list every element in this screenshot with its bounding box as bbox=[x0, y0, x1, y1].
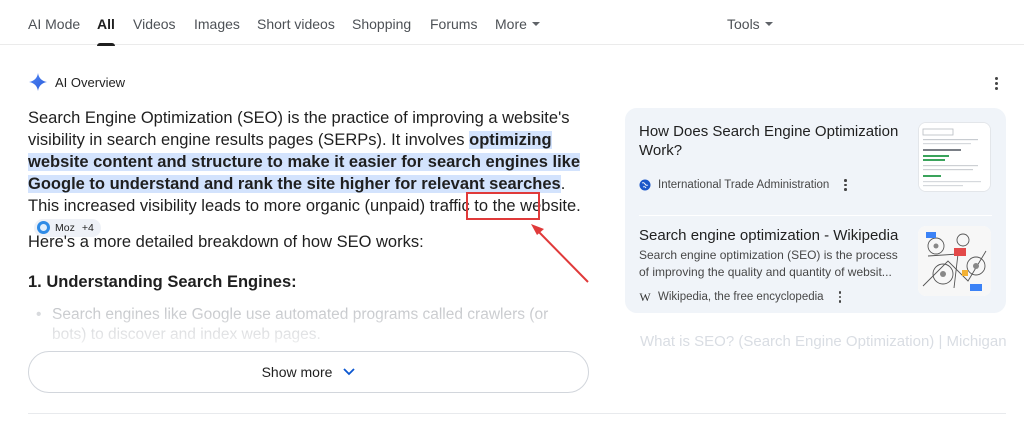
ai-overview-summary: Search Engine Optimization (SEO) is the … bbox=[28, 107, 598, 239]
tab-more-label: More bbox=[495, 16, 527, 32]
source-title[interactable]: How Does Search Engine Optimization Work… bbox=[639, 122, 904, 160]
source-snippet: Search engine optimization (SEO) is the … bbox=[639, 248, 898, 279]
tab-ai-mode[interactable]: AI Mode bbox=[28, 16, 80, 32]
tab-forums[interactable]: Forums bbox=[430, 16, 477, 32]
chevron-down-icon bbox=[764, 22, 773, 27]
tab-images[interactable]: Images bbox=[194, 16, 240, 32]
show-more-button[interactable]: Show more bbox=[28, 351, 589, 393]
source-site-name: International Trade Administration bbox=[658, 179, 830, 191]
tab-videos[interactable]: Videos bbox=[133, 16, 176, 32]
list-item: Search engines like Google use automated… bbox=[36, 305, 583, 345]
source-attribution: W Wikipedia, the free encyclopedia bbox=[639, 291, 844, 303]
tools-label: Tools bbox=[727, 16, 760, 32]
gemini-sparkle-icon bbox=[29, 73, 47, 91]
tab-more[interactable]: More bbox=[495, 16, 540, 32]
divider bbox=[28, 413, 1006, 414]
ai-overview-title: AI Overview bbox=[55, 74, 126, 90]
globe-icon bbox=[639, 179, 651, 191]
source-thumbnail bbox=[918, 226, 991, 296]
bullet-text: Search engines like Google use automated… bbox=[52, 306, 549, 343]
source-card[interactable]: Search engine optimization - Wikipedia S… bbox=[625, 216, 1006, 313]
show-more-label: Show more bbox=[261, 364, 333, 380]
more-options-icon[interactable] bbox=[992, 76, 1002, 92]
section-heading: 1. Understanding Search Engines: bbox=[28, 273, 297, 291]
chevron-down-icon bbox=[531, 22, 540, 27]
tab-shopping[interactable]: Shopping bbox=[352, 16, 411, 32]
more-options-icon[interactable] bbox=[841, 179, 849, 191]
source-thumbnail bbox=[918, 122, 991, 192]
breakdown-intro: Here's a more detailed breakdown of how … bbox=[28, 233, 424, 251]
wikipedia-icon: W bbox=[639, 290, 651, 304]
tab-short-videos[interactable]: Short videos bbox=[257, 16, 335, 32]
tools-button[interactable]: Tools bbox=[727, 16, 773, 32]
source-title-faded[interactable]: What is SEO? (Search Engine Optimization… bbox=[640, 333, 1010, 350]
source-site-name: Wikipedia, the free encyclopedia bbox=[658, 291, 824, 303]
tab-all[interactable]: All bbox=[97, 16, 115, 46]
sources-panel: How Does Search Engine Optimization Work… bbox=[625, 108, 1006, 313]
more-options-icon[interactable] bbox=[836, 291, 844, 303]
search-tabs-bar: AI Mode All Videos Images Short videos S… bbox=[0, 0, 1024, 46]
source-attribution: International Trade Administration bbox=[639, 179, 849, 191]
chevron-down-icon bbox=[343, 368, 356, 376]
source-card[interactable]: How Does Search Engine Optimization Work… bbox=[625, 108, 1006, 216]
ai-overview-header: AI Overview bbox=[29, 73, 125, 91]
source-title[interactable]: Search engine optimization - Wikipedia bbox=[639, 226, 904, 245]
